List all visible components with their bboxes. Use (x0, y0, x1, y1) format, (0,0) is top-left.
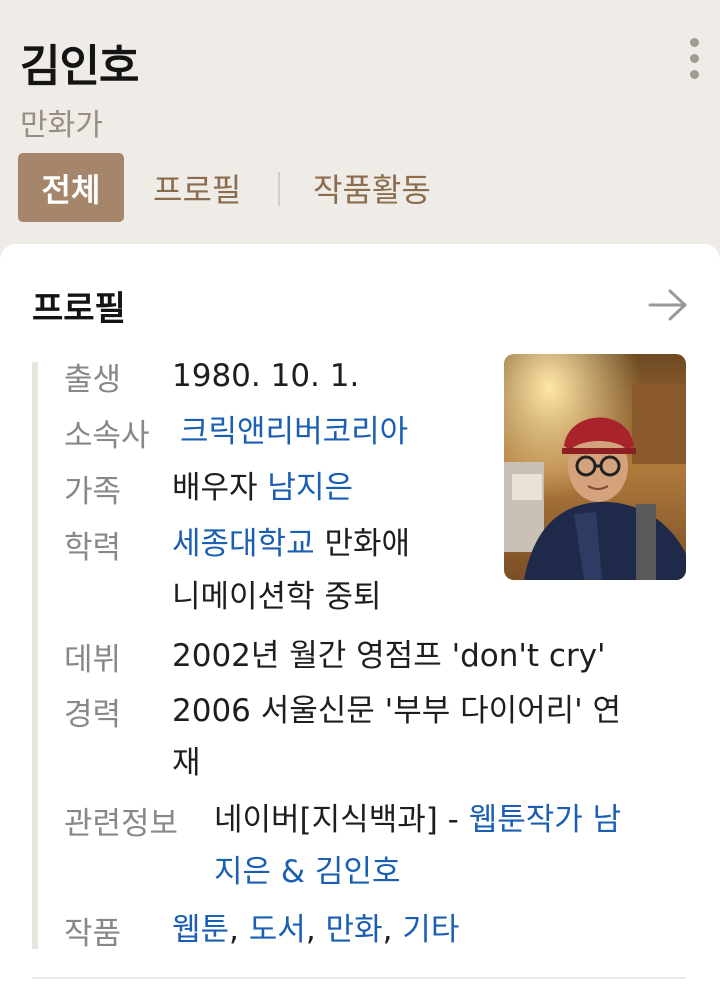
works-separator: , (229, 912, 249, 948)
works-list: 웹툰, 도서, 만화, 기타 (172, 908, 459, 952)
career-line1: 2006 서울신문 '부부 다이어리' 연 (172, 693, 622, 729)
profile-photo[interactable] (504, 354, 686, 580)
related-prefix: 네이버[지식백과] - (214, 802, 469, 838)
education-label: 학력 (64, 530, 122, 566)
tab-divider (278, 172, 280, 206)
education-line2: 니메이션학 중퇴 (172, 579, 382, 615)
section-divider (32, 977, 686, 979)
tab-all[interactable]: 전체 (18, 153, 124, 222)
tab-profile[interactable]: 프로필 (153, 165, 241, 211)
related-link[interactable]: 웹툰작가 남 (469, 802, 621, 838)
works-other-link[interactable]: 기타 (402, 912, 459, 948)
university-link[interactable]: 세종대학교 (172, 526, 315, 562)
agency-link[interactable]: 크릭앤리버코리아 (180, 410, 408, 454)
birth-label: 출생 (64, 362, 122, 398)
tab-works[interactable]: 작품활동 (313, 165, 431, 211)
agency-label: 소속사 (64, 418, 150, 454)
debut-value: 2002년 월간 영점프 'don't cry' (172, 638, 606, 674)
career-label: 경력 (64, 697, 122, 733)
related-line1: 네이버[지식백과] - 웹툰작가 남 (214, 798, 621, 842)
profile-card: 프로필 출생 1980. 10. 1. 소속사 크릭앤리버코리아 가족 배우자 … (0, 244, 720, 1004)
spouse-prefix: 배우자 (172, 470, 258, 506)
arrow-right-icon[interactable] (648, 288, 688, 322)
debut-label: 데뷔 (64, 642, 122, 678)
profile-header: 김인호 만화가 전체 프로필 작품활동 (0, 0, 720, 245)
related-link-line2[interactable]: 지은 & 김인호 (214, 850, 400, 894)
more-options-icon[interactable] (684, 38, 704, 82)
birth-value: 1980. 10. 1. (172, 358, 360, 394)
education-line1: 세종대학교 만화애 (172, 522, 410, 566)
works-separator: , (382, 912, 403, 948)
related-label: 관련정보 (64, 806, 179, 842)
family-value: 배우자 남지은 (172, 466, 353, 510)
works-separator: , (305, 912, 326, 948)
section-title[interactable]: 프로필 (32, 281, 126, 330)
works-comics-link[interactable]: 만화 (326, 912, 383, 948)
left-accent-bar (32, 362, 38, 949)
works-books-link[interactable]: 도서 (249, 912, 306, 948)
education-line1-rest: 만화애 (324, 526, 411, 562)
spouse-link[interactable]: 남지은 (267, 470, 353, 506)
works-webtoon-link[interactable]: 웹툰 (172, 912, 229, 948)
occupation-subtitle: 만화가 (20, 108, 103, 143)
family-label: 가족 (64, 474, 122, 510)
career-line2: 재 (172, 745, 201, 781)
person-name: 김인호 (20, 41, 139, 92)
works-label: 작품 (64, 916, 122, 952)
